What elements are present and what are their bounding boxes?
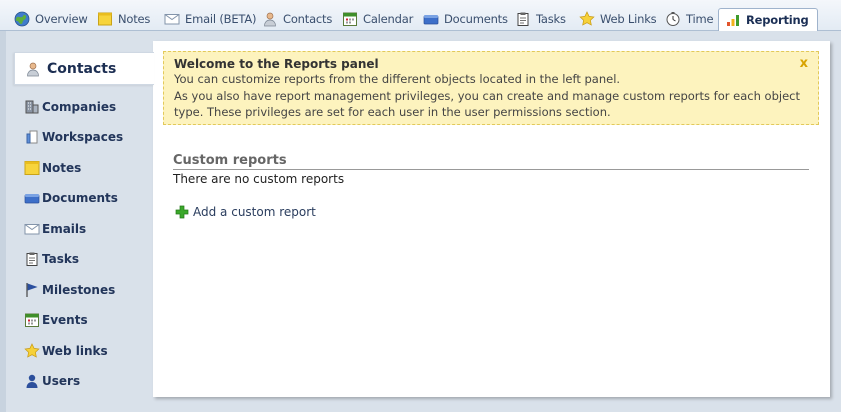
add-custom-report-link[interactable]: Add a custom report (174, 204, 316, 220)
welcome-notice: Welcome to the Reports panel You can cus… (163, 51, 819, 125)
tab-contacts[interactable]: Contacts (258, 7, 336, 31)
star-icon (24, 343, 40, 359)
tab-tasks[interactable]: Tasks (511, 7, 570, 31)
building-icon (24, 99, 40, 115)
sidebar-item-label: Events (42, 313, 88, 327)
sidebar-item-label: Documents (42, 191, 118, 205)
tab-documents[interactable]: Documents (419, 7, 512, 31)
tab-label: Documents (444, 12, 508, 26)
sidebar-item-web-links[interactable]: Web links (24, 341, 108, 361)
tab-overview[interactable]: Overview (10, 7, 92, 31)
tab-label: Email (BETA) (185, 12, 257, 26)
close-notice-button[interactable]: x (800, 56, 808, 71)
flag-icon (24, 282, 40, 298)
clock-icon (665, 11, 681, 27)
no-reports-text: There are no custom reports (173, 172, 345, 186)
sidebar-item-tasks[interactable]: Tasks (24, 249, 79, 269)
person-icon (25, 61, 41, 77)
tab-notes[interactable]: Notes (93, 7, 154, 31)
workspace-icon (24, 129, 40, 145)
globe-icon (14, 11, 30, 27)
sidebar-item-label: Workspaces (42, 130, 124, 144)
tab-web-links[interactable]: Web Links (575, 7, 660, 31)
sidebar-item-milestones[interactable]: Milestones (24, 280, 115, 300)
tab-time[interactable]: Time (661, 7, 717, 31)
sidebar-item-companies[interactable]: Companies (24, 97, 116, 117)
sidebar-item-label: Emails (42, 222, 87, 236)
sidebar-item-contacts[interactable]: Contacts (14, 52, 154, 85)
sidebar-item-label: Notes (42, 161, 82, 175)
star-icon (579, 11, 595, 27)
sidebar-item-label: Contacts (47, 60, 117, 77)
clipboard-icon (24, 251, 40, 267)
user-icon (24, 373, 40, 389)
note-icon (97, 11, 113, 27)
calendar-icon (24, 312, 40, 328)
tab-label: Overview (35, 12, 88, 26)
bar-chart-icon (725, 12, 741, 28)
main-tab-bar: Overview Notes Email (BETA) Contacts Cal… (0, 0, 841, 32)
person-icon (262, 11, 278, 27)
tab-label: Web Links (600, 12, 657, 26)
clipboard-icon (515, 11, 531, 27)
sidebar-item-emails[interactable]: Emails (24, 219, 86, 239)
tab-email[interactable]: Email (BETA) (160, 7, 260, 31)
calendar-icon (342, 11, 358, 27)
tab-calendar[interactable]: Calendar (338, 7, 417, 31)
sidebar-item-notes[interactable]: Notes (24, 158, 81, 178)
sidebar-item-documents[interactable]: Documents (24, 188, 118, 208)
tab-label: Calendar (363, 12, 414, 26)
tab-label: Time (686, 12, 714, 26)
notice-line: You can customize reports from the diffe… (174, 72, 621, 86)
tab-label: Reporting (746, 13, 809, 27)
envelope-icon (24, 221, 40, 237)
envelope-icon (164, 11, 180, 27)
sidebar-item-events[interactable]: Events (24, 310, 88, 330)
notice-title: Welcome to the Reports panel (174, 57, 379, 71)
custom-reports-heading: Custom reports (173, 153, 809, 170)
sidebar-item-users[interactable]: Users (24, 371, 80, 391)
tab-reporting[interactable]: Reporting (718, 8, 818, 32)
add-custom-report-label: Add a custom report (193, 205, 316, 219)
sidebar-item-label: Users (42, 374, 81, 388)
notice-line: As you also have report management privi… (174, 88, 800, 103)
sidebar-item-label: Tasks (42, 252, 80, 266)
tab-label: Notes (118, 12, 151, 26)
plus-icon (174, 204, 190, 220)
sidebar-item-workspaces[interactable]: Workspaces (24, 127, 123, 147)
sidebar-item-label: Companies (42, 100, 117, 114)
notice-line: type. These privileges are set for each … (174, 105, 611, 119)
tab-label: Tasks (536, 12, 566, 26)
sidebar-item-label: Milestones (42, 283, 116, 297)
folder-icon (423, 11, 439, 27)
folder-icon (24, 190, 40, 206)
tab-label: Contacts (283, 12, 333, 26)
sidebar-item-label: Web links (42, 344, 108, 358)
note-icon (24, 160, 40, 176)
